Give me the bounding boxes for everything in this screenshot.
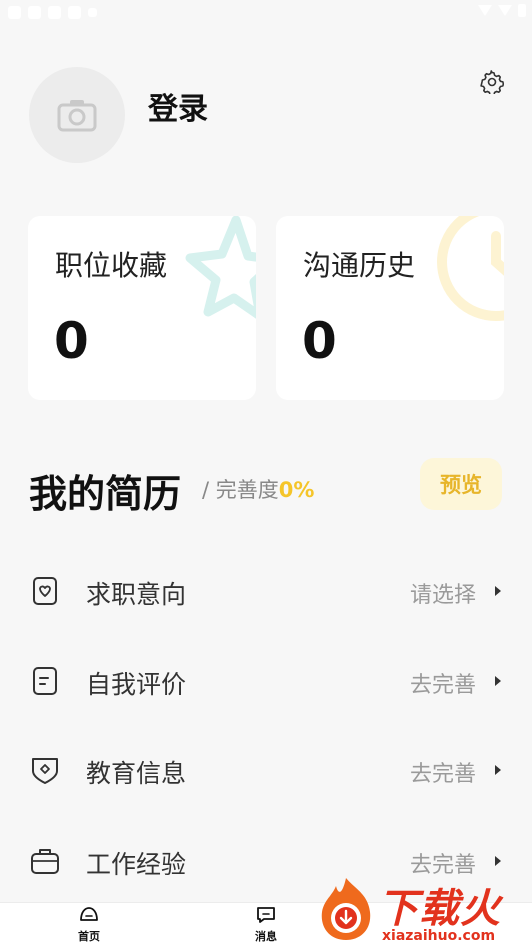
preview-button[interactable]: 预览 <box>420 458 502 510</box>
message-icon <box>257 907 275 923</box>
resume-item-label: 工作经验 <box>86 850 187 879</box>
resume-item-label: 求职意向 <box>86 580 187 609</box>
resume-item-value: 去完善 <box>409 762 476 787</box>
resume-section-title: 我的简历 <box>29 472 182 516</box>
notification-icon <box>88 7 97 17</box>
briefcase-icon <box>31 849 59 874</box>
shield-badge-icon <box>32 758 58 784</box>
tab-label: 消息 <box>255 930 277 943</box>
completeness-value: 0% <box>278 478 315 502</box>
caret-right-icon <box>495 765 501 775</box>
chat-history-title: 沟通历史 <box>303 249 416 282</box>
tab-label: 首页 <box>78 930 100 943</box>
resume-item-value: 去完善 <box>409 673 476 698</box>
heart-card-icon <box>33 577 57 605</box>
clock-decoration-icon <box>437 216 504 321</box>
settings-button[interactable] <box>480 70 505 97</box>
status-bar <box>0 0 532 24</box>
signal-icon <box>498 5 512 16</box>
avatar[interactable] <box>29 67 125 163</box>
caret-right-icon <box>495 586 501 596</box>
resume-item-self-evaluation[interactable]: 自我评价 去完善 <box>0 652 532 708</box>
favorites-title: 职位收藏 <box>55 249 168 282</box>
caret-right-icon <box>495 856 501 866</box>
tab-messages[interactable]: 消息 <box>241 906 291 944</box>
login-link[interactable]: 登录 <box>148 84 208 128</box>
chat-history-count: 0 <box>302 312 337 370</box>
resume-item-label: 自我评价 <box>86 670 187 699</box>
watermark-domain: xiazaihuo.com <box>382 928 496 944</box>
favorites-count: 0 <box>54 312 89 370</box>
tab-home[interactable]: 首页 <box>64 906 114 944</box>
chat-history-card[interactable]: 沟通历史 0 <box>276 216 504 400</box>
resume-item-label: 教育信息 <box>86 759 187 788</box>
star-decoration-icon <box>185 216 256 319</box>
favorites-card[interactable]: 职位收藏 0 <box>28 216 256 400</box>
resume-completeness: / 完善度0% <box>202 474 314 504</box>
caret-right-icon <box>495 676 501 686</box>
wifi-icon <box>478 5 492 16</box>
notification-icon <box>68 5 81 19</box>
completeness-label: / 完善度 <box>202 478 279 502</box>
resume-item-value: 请选择 <box>409 583 476 608</box>
gear-icon <box>480 70 505 97</box>
battery-icon <box>518 4 526 17</box>
notification-icon <box>48 5 61 19</box>
camera-icon <box>57 100 97 132</box>
notification-icon <box>8 5 21 19</box>
resume-item-job-intention[interactable]: 求职意向 请选择 <box>0 562 532 618</box>
flame-download-icon <box>321 878 371 940</box>
resume-item-education[interactable]: 教育信息 去完善 <box>0 741 532 797</box>
document-icon <box>33 667 57 695</box>
home-icon <box>80 907 98 921</box>
watermark-logo: 下载火 xiazaihuo.com <box>312 872 532 946</box>
notification-icon <box>28 5 41 19</box>
watermark-brand: 下载火 <box>378 886 501 932</box>
